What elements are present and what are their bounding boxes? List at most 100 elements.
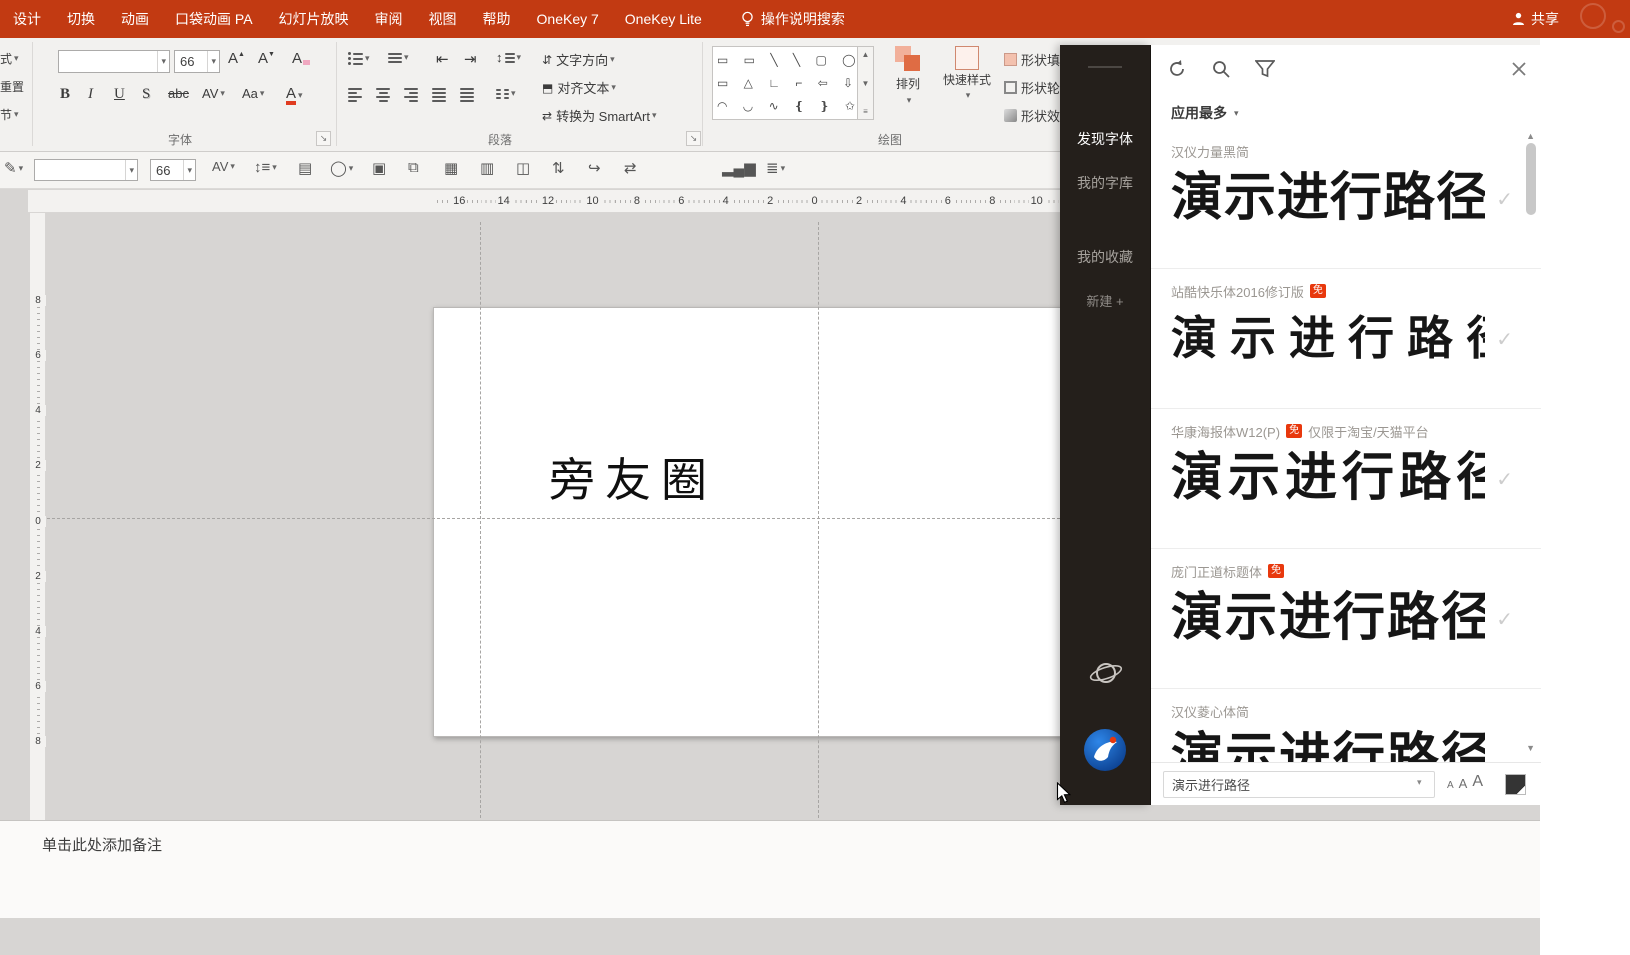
scrollbar-thumb[interactable] xyxy=(1526,143,1536,215)
gallery-down-icon[interactable]: ▼ xyxy=(862,79,870,88)
tab-onekey7[interactable]: OneKey 7 xyxy=(524,0,612,38)
tab-view[interactable]: 视图 xyxy=(416,0,470,38)
change-case-button[interactable]: Aa▾ xyxy=(242,86,264,101)
notes-pane[interactable]: 单击此处添加备注 xyxy=(0,820,1630,918)
align-center-button[interactable] xyxy=(376,88,390,102)
nav-my-fonts[interactable]: 我的字库 xyxy=(1060,173,1150,193)
preview-text-input[interactable] xyxy=(1163,771,1435,798)
mini-text-box-button[interactable]: ▤ xyxy=(298,159,312,177)
filter-icon[interactable] xyxy=(1255,60,1275,78)
increase-indent-button[interactable]: ⇥ xyxy=(464,50,477,68)
size-small-button[interactable]: A xyxy=(1447,780,1454,791)
nav-discover-fonts[interactable]: 发现字体 xyxy=(1060,129,1150,149)
mini-chart-button[interactable]: ▂▄▆ xyxy=(722,159,756,177)
refresh-icon[interactable] xyxy=(1167,59,1187,79)
font-list-item[interactable]: 汉仪菱心体简 演示进行路径 xyxy=(1151,689,1541,762)
tab-transitions[interactable]: 切换 xyxy=(54,0,108,38)
gallery-up-icon[interactable]: ▲ xyxy=(862,50,870,59)
font-size-combo[interactable]: 66▾ xyxy=(174,50,220,73)
mini-layout-button[interactable]: ◫ xyxy=(516,159,530,177)
paragraph-dialog-launcher[interactable]: ↘ xyxy=(686,131,701,146)
shape-gallery[interactable]: ▭ ▭ ╲ ╲ ▢ ◯ ▭ △ ∟ ⌐ ⇦ ⇩ ◠ ◡ ∿ ❴ ❵ ✩ xyxy=(712,46,858,120)
smartart-icon: ⇄ xyxy=(542,109,552,123)
mini-send-button[interactable]: ↪ xyxy=(588,159,601,177)
tab-help[interactable]: 帮助 xyxy=(470,0,524,38)
tab-review[interactable]: 审阅 xyxy=(362,0,416,38)
reset-button[interactable]: 重置 xyxy=(0,78,24,95)
layout-button[interactable]: 式▾ xyxy=(0,50,19,67)
numbered-list-button[interactable]: ▾ xyxy=(388,52,409,63)
align-right-button[interactable] xyxy=(404,88,418,102)
mini-list-button[interactable]: ≣▾ xyxy=(766,159,785,177)
font-list-item[interactable]: 站酷快乐体2016修订版免 演示进行路径 ✓ xyxy=(1151,269,1541,409)
nav-new[interactable]: 新建 + xyxy=(1060,291,1150,310)
decrease-indent-button[interactable]: ⇤ xyxy=(436,50,449,68)
mini-line-spacing-button[interactable]: ↕≡▾ xyxy=(254,159,277,176)
hellofont-logo[interactable] xyxy=(1082,727,1128,773)
tell-me-search[interactable]: 操作说明搜索 xyxy=(741,9,845,29)
tab-animations[interactable]: 动画 xyxy=(108,0,162,38)
text-shadow-button[interactable]: S xyxy=(142,86,150,103)
planet-icon[interactable] xyxy=(1088,657,1124,689)
columns-button[interactable]: ▾ xyxy=(496,88,516,99)
font-list-item[interactable]: 庞门正道标题体免 演示进行路径 ✓ xyxy=(1151,549,1541,689)
underline-button[interactable]: U xyxy=(114,86,125,103)
preview-color-swatch[interactable] xyxy=(1505,774,1526,795)
mini-font-size-combo[interactable]: 66▾ xyxy=(150,159,196,181)
distribute-button[interactable] xyxy=(460,88,474,102)
tab-onekey-lite[interactable]: OneKey Lite xyxy=(612,0,715,38)
character-spacing-button[interactable]: AV▾ xyxy=(202,86,225,101)
mini-font-name-combo[interactable]: ▾ xyxy=(34,159,138,181)
mini-shape-button[interactable]: ◯▾ xyxy=(330,159,353,177)
mini-print-button[interactable]: ▣ xyxy=(372,159,386,177)
justify-button[interactable] xyxy=(432,88,446,102)
convert-smartart-button[interactable]: ⇄转换为 SmartArt▾ xyxy=(542,106,657,125)
increase-font-button[interactable]: A▲ xyxy=(228,50,245,67)
slide-title-text[interactable]: 旁友圈 xyxy=(549,444,717,510)
horizontal-guide[interactable] xyxy=(47,518,1060,519)
close-icon[interactable] xyxy=(1511,61,1527,77)
nav-favorites[interactable]: 我的收藏 xyxy=(1060,247,1150,267)
tab-pocket-animation[interactable]: 口袋动画 PA xyxy=(162,0,266,38)
font-list-item[interactable]: 华康海报体W12(P)免仅限于淘宝/天猫平台 演示进行路径 ✓ xyxy=(1151,409,1541,549)
align-text-button[interactable]: ⬒对齐文本▾ xyxy=(542,78,616,97)
font-list-item[interactable]: 汉仪力量黑简 演示进行路径 ✓ xyxy=(1151,129,1541,269)
font-restriction-note: 仅限于淘宝/天猫平台 xyxy=(1308,422,1429,441)
bold-button[interactable]: B xyxy=(60,86,70,103)
mini-char-spacing-button[interactable]: AV▾ xyxy=(212,159,235,174)
decrease-font-button[interactable]: A▼ xyxy=(258,50,275,67)
align-left-button[interactable] xyxy=(348,88,362,102)
share-button[interactable]: 共享 xyxy=(1512,0,1559,38)
size-medium-button[interactable]: A xyxy=(1459,776,1468,791)
text-direction-button[interactable]: ⇵文字方向▾ xyxy=(542,50,615,69)
tab-slideshow[interactable]: 幻灯片放映 xyxy=(266,0,362,38)
pencil-tool-button[interactable]: ✎▾ xyxy=(4,159,23,177)
mini-duplicate-button[interactable]: ⧉ xyxy=(408,159,419,176)
font-name-combo[interactable]: ▾ xyxy=(58,50,170,73)
font-dialog-launcher[interactable]: ↘ xyxy=(316,131,331,146)
tab-design[interactable]: 设计 xyxy=(0,0,54,38)
dropdown-arrow-icon[interactable]: ▾ xyxy=(1417,777,1422,788)
sort-dropdown[interactable]: 应用最多▾ xyxy=(1171,103,1239,123)
mini-picture-button[interactable]: ▦ xyxy=(444,159,458,177)
mini-move-button[interactable]: ⇅ xyxy=(552,159,565,177)
size-large-button[interactable]: A xyxy=(1472,773,1483,791)
shape-gallery-row: ▭ ▭ ╲ ╲ ▢ ◯ xyxy=(717,53,853,67)
mini-table-button[interactable]: ▥ xyxy=(480,159,494,177)
search-icon[interactable] xyxy=(1211,59,1231,79)
clear-formatting-button[interactable]: A xyxy=(292,50,310,67)
scrollbar-up-icon[interactable]: ▲ xyxy=(1526,131,1535,141)
vertical-guide[interactable] xyxy=(818,222,819,818)
vertical-guide[interactable] xyxy=(480,222,481,818)
bullet-list-button[interactable]: ▾ xyxy=(348,52,370,65)
strikethrough-button[interactable]: abc xyxy=(168,86,189,101)
gallery-more-icon[interactable]: ≡ xyxy=(863,107,868,116)
sidebar-handle xyxy=(1088,66,1122,68)
mini-switch-button[interactable]: ⇄ xyxy=(624,159,637,177)
font-color-button[interactable]: A▾ xyxy=(286,86,303,105)
shape-gallery-scroll[interactable]: ▲ ▼ ≡ xyxy=(858,46,874,120)
scrollbar-down-icon[interactable]: ▼ xyxy=(1526,743,1535,753)
section-button[interactable]: 节▾ xyxy=(0,106,19,123)
italic-button[interactable]: I xyxy=(88,86,93,103)
line-spacing-button[interactable]: ↕▾ xyxy=(496,50,521,65)
